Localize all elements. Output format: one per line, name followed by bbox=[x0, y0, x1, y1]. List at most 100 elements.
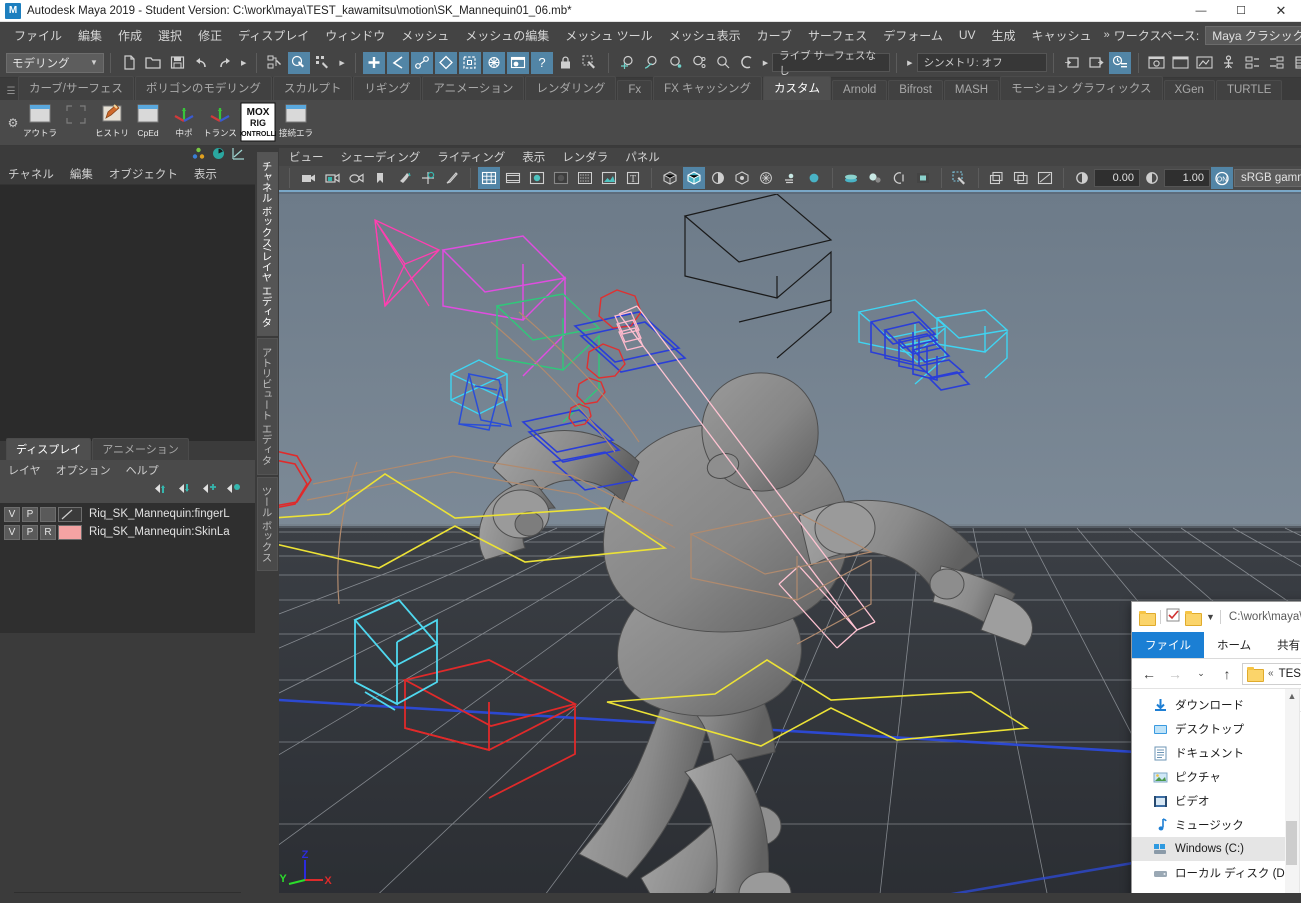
copy-view-icon[interactable] bbox=[986, 167, 1008, 189]
channel-menu-show[interactable]: 表示 bbox=[194, 166, 217, 182]
smooth-shade-selected-icon[interactable] bbox=[526, 167, 548, 189]
isolate-select-icon[interactable] bbox=[949, 167, 971, 189]
paste-view-icon[interactable] bbox=[1010, 167, 1032, 189]
scroll-up-icon[interactable]: ▲ bbox=[1288, 689, 1297, 703]
menu-item-mesh[interactable]: メッシュ bbox=[393, 24, 457, 47]
new-folder-icon[interactable] bbox=[1185, 610, 1202, 626]
menu-item-generate[interactable]: 生成 bbox=[984, 24, 1024, 47]
menu-item-mesh-display[interactable]: メッシュ表示 bbox=[661, 24, 749, 47]
tree-item-pictures[interactable]: ピクチャ bbox=[1132, 765, 1299, 789]
navigation-pane-scrollbar[interactable]: ▲ ▼ bbox=[1285, 689, 1299, 903]
layer-visibility-toggle[interactable]: V bbox=[4, 524, 20, 540]
maximize-button[interactable]: ☐ bbox=[1221, 0, 1261, 22]
layer-color-swatch[interactable] bbox=[58, 524, 82, 540]
viewport-menu-show[interactable]: 表示 bbox=[522, 149, 545, 165]
construction-history-button[interactable] bbox=[1108, 51, 1131, 74]
viewport-menu-view[interactable]: ビュー bbox=[289, 149, 324, 165]
back-button[interactable]: ← bbox=[1138, 663, 1160, 685]
toggle-xray-icon[interactable] bbox=[888, 167, 910, 189]
menu-item-surfaces[interactable]: サーフェス bbox=[800, 24, 875, 47]
select-hierarchy-button[interactable] bbox=[264, 52, 286, 74]
tree-item-desktop[interactable]: デスクトップ bbox=[1132, 717, 1299, 741]
select-camera-icon[interactable] bbox=[297, 167, 319, 189]
menu-item-display[interactable]: ディスプレイ bbox=[230, 24, 317, 47]
menu-item-select[interactable]: 選択 bbox=[150, 24, 190, 47]
texture-display-icon[interactable] bbox=[598, 167, 620, 189]
tree-item-videos[interactable]: ビデオ bbox=[1132, 789, 1299, 813]
highlight-selection-button[interactable] bbox=[579, 52, 601, 74]
layer-tab-display[interactable]: ディスプレイ bbox=[6, 438, 92, 460]
save-scene-button[interactable] bbox=[166, 52, 188, 74]
gpu-cache-icon[interactable] bbox=[912, 167, 934, 189]
layer-tab-animation[interactable]: アニメーション bbox=[92, 438, 189, 460]
viewport-menu-panels[interactable]: パネル bbox=[625, 149, 660, 165]
bookmark-icon[interactable] bbox=[369, 167, 391, 189]
gamma-field[interactable]: 1.00 bbox=[1164, 169, 1210, 187]
add-selected-to-layer-icon[interactable] bbox=[226, 482, 241, 500]
snap-to-curve-button[interactable] bbox=[640, 52, 662, 74]
shelf-tab-fx-caching[interactable]: FX キャッシング bbox=[653, 76, 763, 100]
symmetry-field[interactable]: シンメトリ: オフ bbox=[916, 53, 1047, 72]
tree-item-local-disk-d[interactable]: ローカル ディスク (D:) bbox=[1132, 861, 1299, 885]
ipr-render-button[interactable] bbox=[1194, 52, 1216, 74]
select-surfaces-mask-button[interactable] bbox=[458, 51, 481, 74]
viewport-menu-renderer[interactable]: レンダラ bbox=[562, 149, 608, 165]
menu-item-create[interactable]: 作成 bbox=[110, 24, 150, 47]
move-layer-down-icon[interactable] bbox=[178, 482, 193, 500]
snap-to-view-plane-button[interactable] bbox=[712, 52, 734, 74]
shaded-mode-icon[interactable] bbox=[550, 167, 572, 189]
shelf-tab-sculpt[interactable]: スカルプト bbox=[272, 76, 353, 100]
menu-item-deform[interactable]: デフォーム bbox=[875, 24, 951, 47]
shelf-item-transform[interactable]: トランス bbox=[203, 102, 237, 144]
layer-visibility-toggle[interactable]: V bbox=[4, 506, 20, 522]
snap-to-grid-button[interactable] bbox=[616, 52, 638, 74]
recent-locations-button[interactable]: ⌄ bbox=[1190, 663, 1212, 685]
shelf-tab-xgen[interactable]: XGen bbox=[1163, 80, 1215, 100]
motion-blur-icon[interactable] bbox=[779, 167, 801, 189]
move-layer-up-icon[interactable] bbox=[154, 482, 169, 500]
anti-aliasing-icon[interactable] bbox=[755, 167, 777, 189]
select-handles-mask-button[interactable] bbox=[386, 51, 409, 74]
channel-menu-object[interactable]: オブジェクト bbox=[109, 166, 178, 182]
vtab-attribute-editor[interactable]: アトリビュート エディタ bbox=[256, 338, 278, 475]
exposure-icon[interactable] bbox=[1071, 167, 1093, 189]
grab-view-icon[interactable] bbox=[1034, 167, 1056, 189]
snap-to-point-button[interactable] bbox=[664, 52, 686, 74]
lock-camera-icon[interactable] bbox=[321, 167, 343, 189]
menu-item-mesh-tools[interactable]: メッシュ ツール bbox=[557, 24, 660, 47]
shelf-tab-arnold[interactable]: Arnold bbox=[832, 80, 888, 100]
text-display-icon[interactable]: T bbox=[622, 167, 644, 189]
workspace-combobox[interactable]: Maya クラシック* ▼ bbox=[1205, 25, 1301, 45]
select-curves-mask-button[interactable] bbox=[434, 51, 457, 74]
menu-item-cache[interactable]: キャッシュ bbox=[1024, 24, 1100, 47]
shelf-tab-rendering[interactable]: レンダリング bbox=[525, 76, 617, 100]
graph-editor-icon[interactable] bbox=[232, 147, 245, 165]
breadcrumb-segment-parent[interactable]: TEST_ka... bbox=[1279, 668, 1301, 680]
layer-menu-layers[interactable]: レイヤ bbox=[8, 462, 41, 478]
shelf-tab-turtle[interactable]: TURTLE bbox=[1215, 80, 1283, 100]
ribbon-tab-home[interactable]: ホーム bbox=[1204, 632, 1264, 658]
navigation-pane[interactable]: ダウンロード デスクトップ ドキュメント ピクチャ ビデオ ミュージック Win… bbox=[1132, 689, 1300, 903]
menu-item-uv[interactable]: UV bbox=[951, 25, 984, 45]
shelf-tab-curves[interactable]: カーブ/サーフェス bbox=[18, 76, 134, 100]
layer-list[interactable]: V P Riq_SK_Mannequin:fingerL V P R Riq_S… bbox=[0, 503, 255, 633]
menu-item-windows[interactable]: ウィンドウ bbox=[317, 24, 393, 47]
menu-item-edit[interactable]: 編集 bbox=[70, 24, 110, 47]
breadcrumb[interactable]: « TEST_ka... › motion ⌄ bbox=[1242, 662, 1301, 685]
shelf-tab-bifrost[interactable]: Bifrost bbox=[888, 80, 943, 100]
layer-state-toggle[interactable]: R bbox=[40, 524, 56, 540]
channel-menu-edit[interactable]: 編集 bbox=[70, 166, 93, 182]
add-layer-icon[interactable] bbox=[202, 482, 217, 500]
use-all-lights-icon[interactable] bbox=[683, 167, 705, 189]
shelf-tab-polygons[interactable]: ポリゴンのモデリング bbox=[134, 76, 272, 100]
tree-item-downloads[interactable]: ダウンロード bbox=[1132, 693, 1299, 717]
output-connections-button[interactable] bbox=[1085, 52, 1107, 74]
multisample-icon[interactable] bbox=[840, 167, 862, 189]
ribbon-tab-file[interactable]: ファイル bbox=[1132, 632, 1204, 658]
attribute-editor-toggle[interactable] bbox=[1266, 52, 1288, 74]
two-d-pan-zoom-icon[interactable] bbox=[417, 167, 439, 189]
channel-menu-channels[interactable]: チャネル bbox=[8, 166, 54, 182]
forward-button[interactable]: → bbox=[1164, 663, 1186, 685]
color-management-toggle[interactable]: ON bbox=[1211, 167, 1233, 189]
gamma-icon[interactable] bbox=[1141, 167, 1163, 189]
